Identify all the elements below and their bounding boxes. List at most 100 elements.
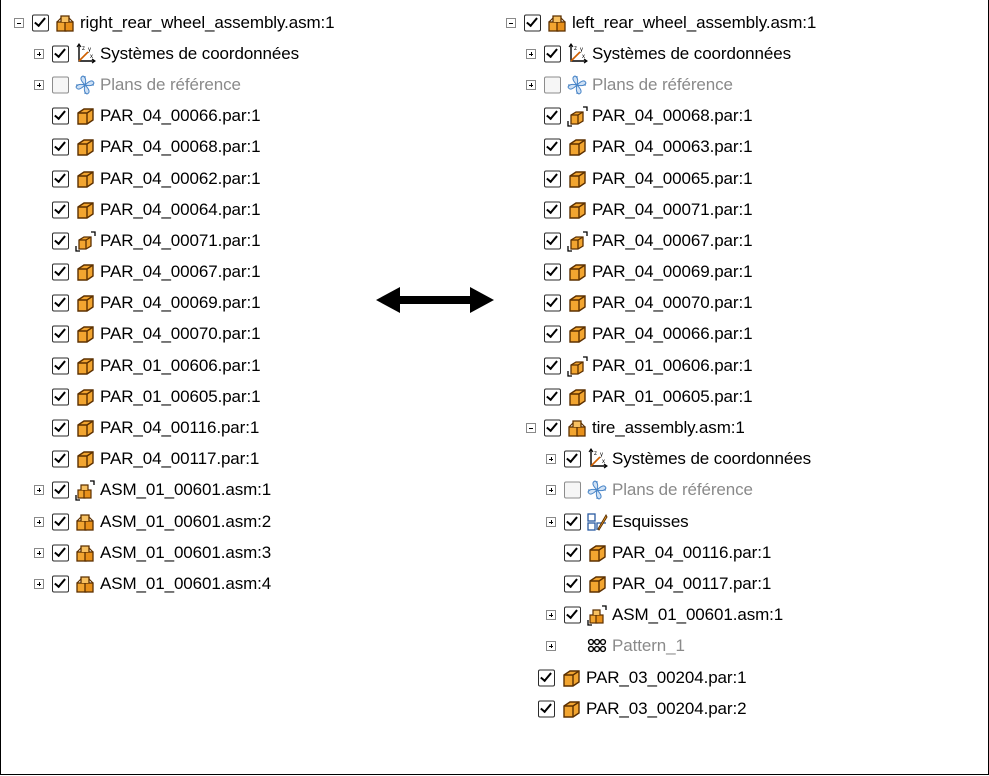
visibility-checkbox[interactable] [544,201,561,219]
tree-node-label: PAR_01_00606.par:1 [592,355,753,375]
part-icon [74,136,96,158]
double-headed-arrow-icon [376,287,494,313]
part-icon [566,136,588,158]
expand-plus-icon[interactable] [546,516,556,527]
visibility-checkbox[interactable] [52,232,69,250]
part-icon [566,386,588,408]
expand-plus-icon[interactable] [526,79,536,90]
visibility-checkbox[interactable] [52,481,69,499]
expand-plus-icon[interactable] [34,48,44,59]
expand-plus-icon[interactable] [34,516,44,527]
tree-node-label: PAR_04_00066.par:1 [100,106,261,126]
tree-node-label: PAR_04_00116.par:1 [612,542,772,562]
part-icon [74,355,96,377]
visibility-checkbox[interactable] [538,669,555,687]
assembly-icon [74,573,96,595]
tree-node-label: PAR_04_00063.par:1 [592,137,753,157]
expand-plus-icon[interactable] [34,547,44,558]
svg-text:z: z [82,46,85,52]
visibility-checkbox[interactable] [524,14,541,32]
sketch-icon [586,511,608,533]
part-icon [74,199,96,221]
visibility-checkbox[interactable] [52,263,69,281]
visibility-checkbox[interactable] [52,170,69,188]
part-icon [74,386,96,408]
visibility-checkbox[interactable] [52,450,69,468]
part-icon [566,261,588,283]
part-icon [566,323,588,345]
tree-node-label: PAR_04_00069.par:1 [100,293,261,313]
visibility-checkbox[interactable] [52,76,69,94]
expand-plus-icon[interactable] [546,485,556,496]
tree-node-label: Pattern_1 [612,636,685,656]
expand-plus-icon[interactable] [546,454,556,465]
visibility-checkbox[interactable] [544,170,561,188]
visibility-checkbox[interactable] [544,419,561,437]
visibility-checkbox[interactable] [52,325,69,343]
visibility-checkbox[interactable] [538,700,555,718]
tree-node-label: left_rear_wheel_assembly.asm:1 [572,12,817,32]
part-icon [566,168,588,190]
tree-node-label: PAR_04_00069.par:1 [592,262,753,282]
collapse-minus-icon[interactable] [506,17,516,28]
svg-text:y: y [580,47,583,53]
visibility-checkbox[interactable] [564,544,581,562]
expand-plus-icon[interactable] [546,610,556,621]
visibility-checkbox[interactable] [32,14,49,32]
svg-text:x: x [602,459,605,465]
expand-plus-icon[interactable] [34,578,44,589]
tree-node-label: PAR_04_00067.par:1 [592,230,753,250]
visibility-checkbox[interactable] [544,107,561,125]
visibility-checkbox[interactable] [52,357,69,375]
part-icon [74,292,96,314]
visibility-checkbox[interactable] [564,450,581,468]
visibility-checkbox[interactable] [544,138,561,156]
visibility-checkbox[interactable] [544,357,561,375]
pattern-icon [586,635,608,657]
coordinate-system-icon: zyx [566,42,588,65]
expand-plus-icon[interactable] [526,48,536,59]
collapse-minus-icon[interactable] [14,17,24,28]
visibility-checkbox[interactable] [52,107,69,125]
part-link-icon [566,355,588,377]
visibility-checkbox[interactable] [544,76,561,94]
visibility-checkbox[interactable] [544,232,561,250]
visibility-checkbox[interactable] [52,388,69,406]
tree-node-label: Esquisses [612,511,689,531]
tree-node-label: PAR_04_00071.par:1 [592,199,753,219]
visibility-checkbox[interactable] [52,294,69,312]
expand-plus-icon[interactable] [34,485,44,496]
visibility-checkbox[interactable] [52,201,69,219]
tree-node-label: PAR_01_00606.par:1 [100,355,261,375]
visibility-checkbox[interactable] [544,388,561,406]
visibility-checkbox[interactable] [564,575,581,593]
tree-node-label: right_rear_wheel_assembly.asm:1 [80,12,335,32]
expand-plus-icon[interactable] [34,79,44,90]
reference-plane-icon [586,479,608,501]
assembly-icon [54,12,76,34]
visibility-checkbox[interactable] [544,263,561,281]
tree-node-label: PAR_04_00117.par:1 [612,573,772,593]
visibility-checkbox[interactable] [52,138,69,156]
assembly-link-icon [586,604,608,626]
visibility-checkbox[interactable] [52,419,69,437]
collapse-minus-icon[interactable] [526,423,536,434]
tree-node-label: Systèmes de coordonnées [612,449,811,469]
visibility-checkbox[interactable] [52,544,69,562]
visibility-checkbox[interactable] [52,45,69,63]
part-link-icon [566,105,588,127]
visibility-checkbox[interactable] [564,513,581,531]
visibility-checkbox[interactable] [544,325,561,343]
visibility-checkbox[interactable] [564,606,581,624]
visibility-checkbox[interactable] [564,481,581,499]
visibility-checkbox[interactable] [52,513,69,531]
tree-node-label: PAR_04_00116.par:1 [100,418,260,438]
tree-node-label: PAR_01_00605.par:1 [100,386,261,406]
expand-plus-icon[interactable] [546,641,556,652]
visibility-checkbox[interactable] [544,294,561,312]
part-icon [560,667,582,689]
visibility-checkbox[interactable] [52,575,69,593]
tree-node-label: Plans de référence [592,74,733,94]
visibility-checkbox[interactable] [544,45,561,63]
part-icon [74,323,96,345]
